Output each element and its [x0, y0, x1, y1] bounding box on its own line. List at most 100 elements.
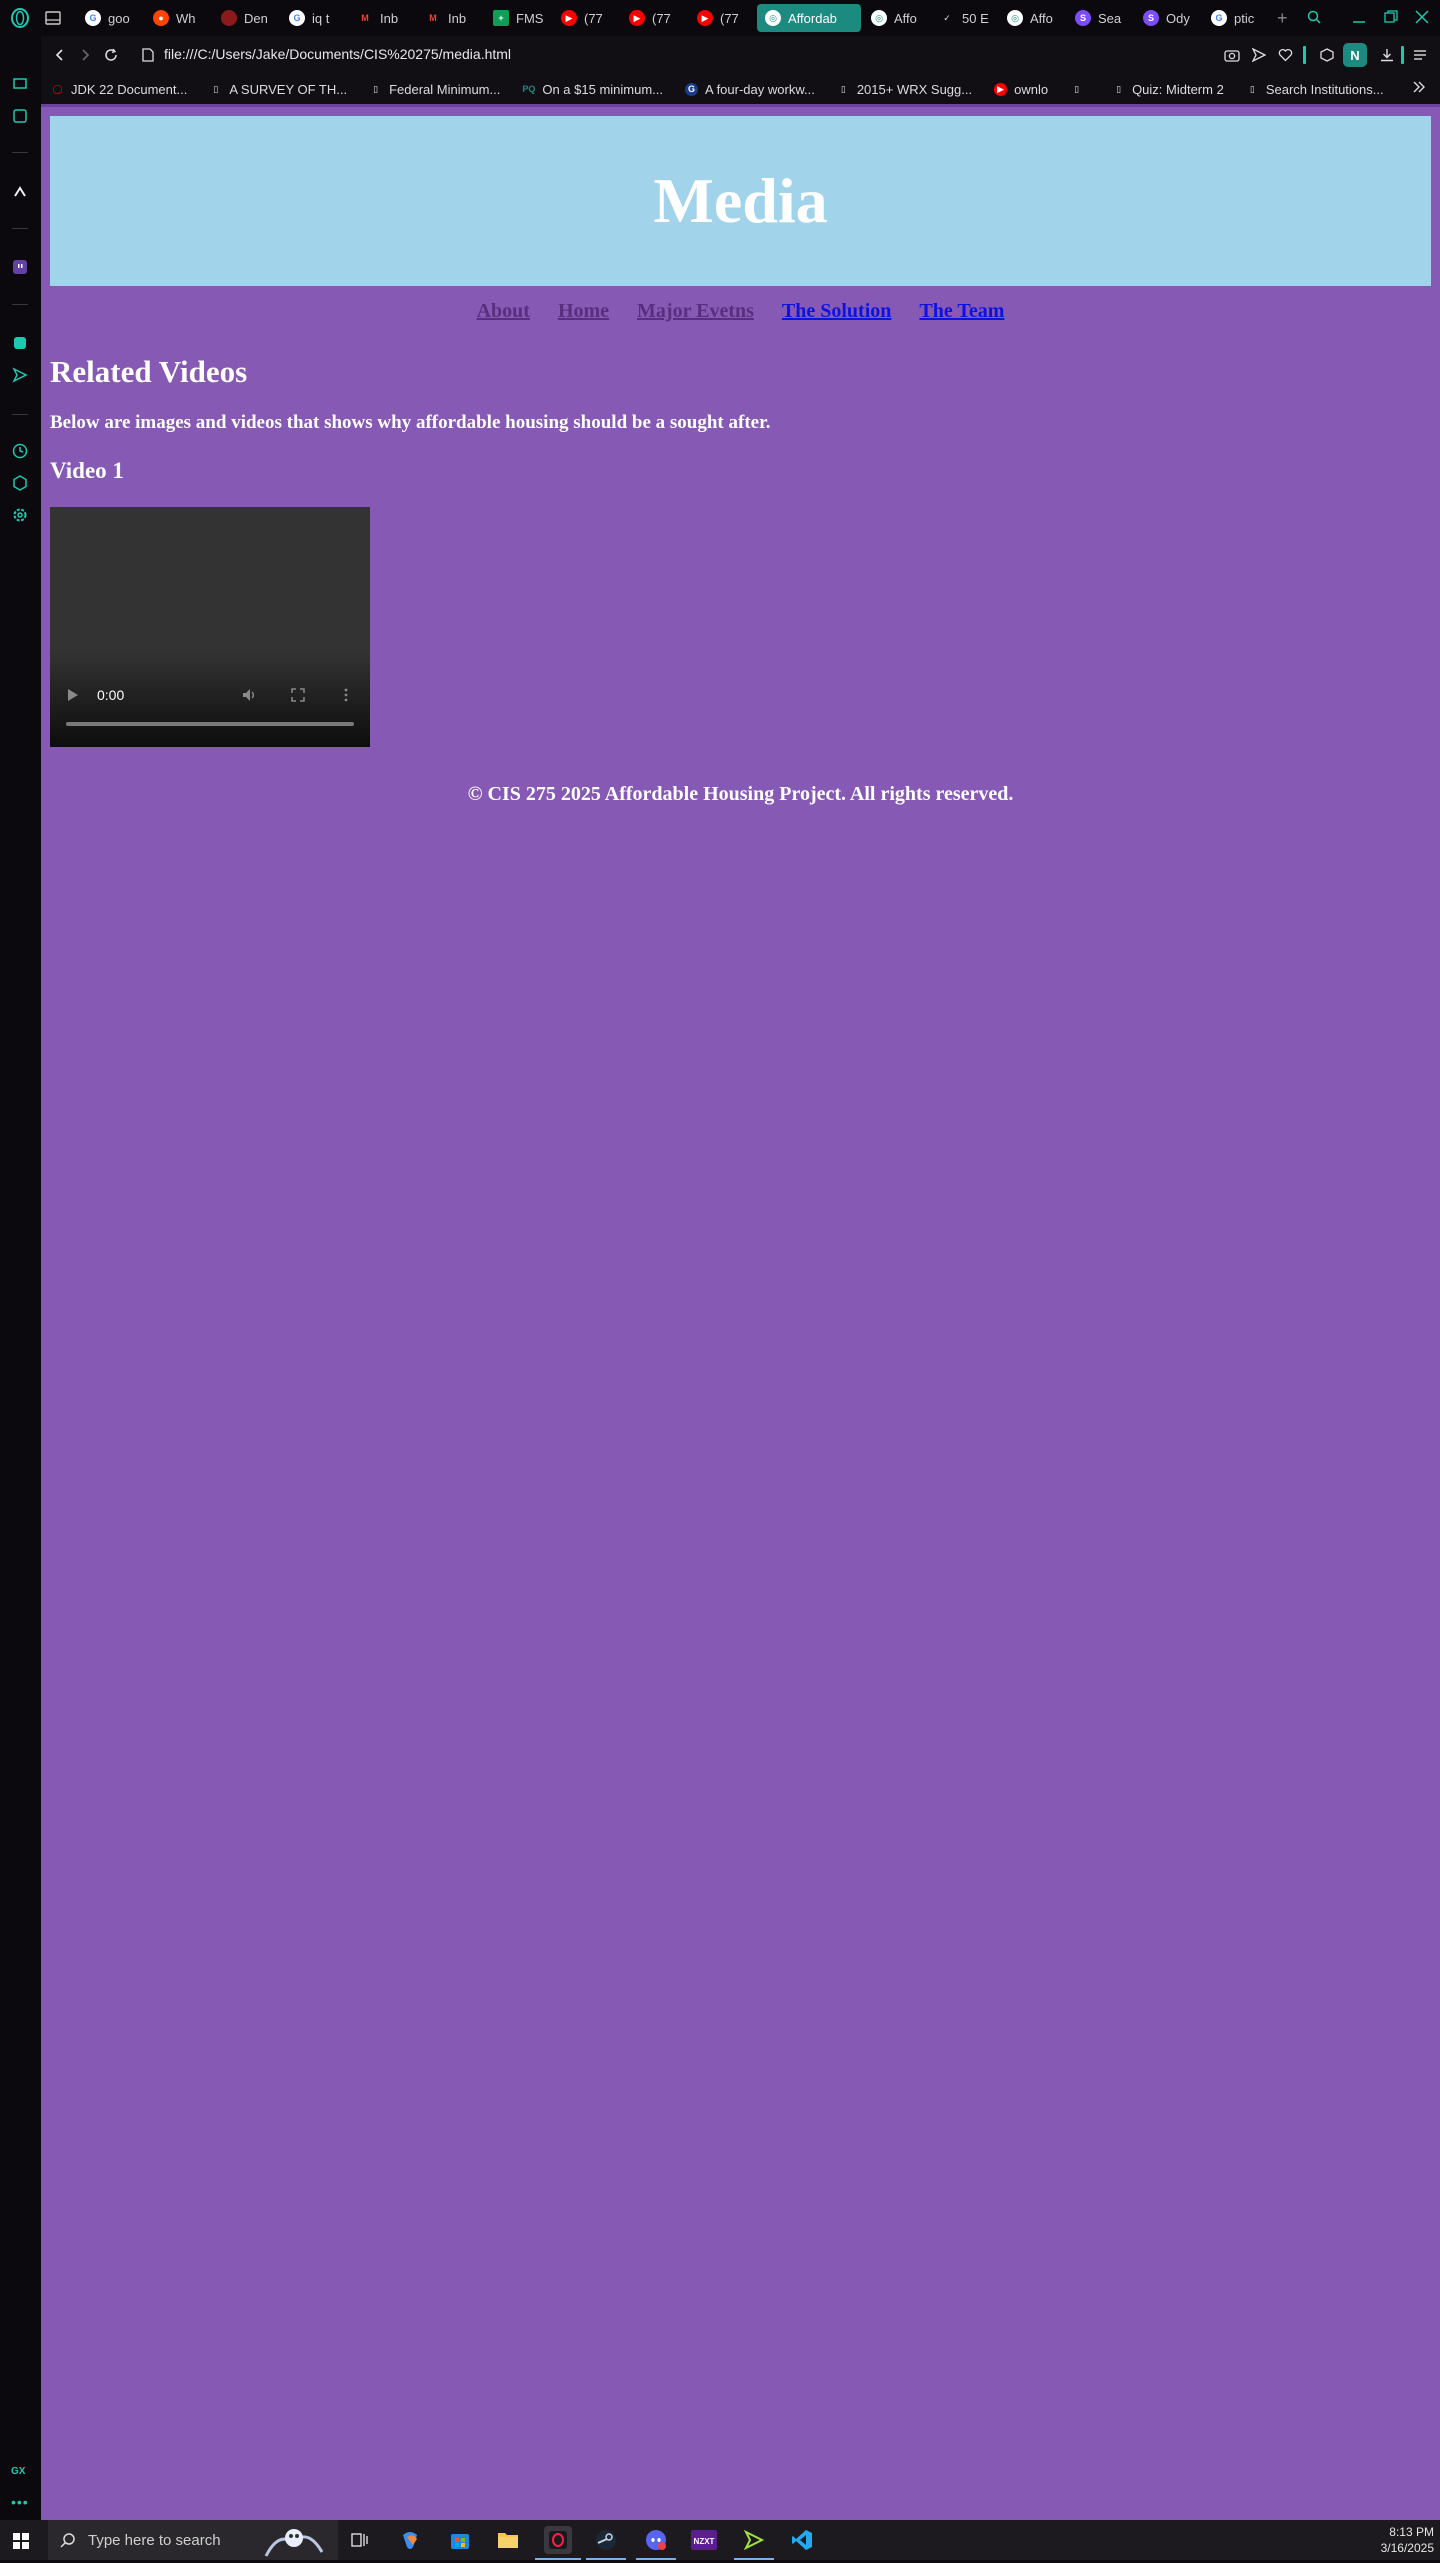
- browser-tab[interactable]: ◎ Affo: [999, 4, 1065, 32]
- tab-label: Sea: [1098, 10, 1122, 26]
- nzxt-cam-icon[interactable]: NZXT: [690, 2526, 718, 2554]
- search-icon: [60, 2533, 75, 2548]
- bookmark-label: 2015+ WRX Sugg...: [856, 81, 973, 97]
- browser-tab[interactable]: Den: [213, 4, 279, 32]
- forward-arrow-icon[interactable]: [75, 45, 95, 65]
- history-clock-icon[interactable]: [10, 441, 30, 461]
- toolbar-accent-bar: [1401, 46, 1404, 64]
- page-banner: Media: [50, 116, 1431, 286]
- browser-tab[interactable]: + FMS: [485, 4, 551, 32]
- bookmark-item[interactable]: G A four-day workw...: [685, 82, 815, 97]
- s-logo-icon: S: [1075, 10, 1091, 26]
- more-dots-icon[interactable]: •••: [11, 2494, 29, 2510]
- nav-link-the-solution[interactable]: The Solution: [782, 300, 891, 322]
- bookmark-item[interactable]: PQ On a $15 minimum...: [522, 82, 663, 97]
- browser-tab[interactable]: ▶ (77: [689, 4, 755, 32]
- taskbar-search-box[interactable]: Type here to search: [48, 2520, 338, 2560]
- video-time: 0:00: [97, 687, 125, 703]
- browser-tab[interactable]: ◎ Affordab: [757, 4, 861, 32]
- nav-link-home[interactable]: Home: [558, 300, 609, 322]
- bookmark-label: JDK 22 Document...: [71, 81, 188, 97]
- more-options-icon[interactable]: [338, 687, 354, 703]
- nav-link-major-evetns[interactable]: Major Evetns: [637, 300, 754, 322]
- messenger-sidebar-icon[interactable]: [10, 106, 30, 126]
- tab-label: (77: [584, 10, 603, 26]
- browser-tab[interactable]: Gptic: [1203, 4, 1269, 32]
- document-icon: ▯: [1116, 83, 1122, 94]
- browser-tab[interactable]: ✓ 50 E: [931, 4, 997, 32]
- browser-tab[interactable]: Ggoo: [77, 4, 143, 32]
- tab-label: FMS: [516, 10, 544, 26]
- address-bar-url[interactable]: file:///C:/Users/Jake/Documents/CIS%2027…: [164, 46, 511, 62]
- browser-tab[interactable]: S Sea: [1067, 4, 1133, 32]
- send-sidebar-icon[interactable]: [10, 365, 30, 385]
- nav-link-the-team[interactable]: The Team: [919, 300, 1004, 322]
- extensions-cube-icon[interactable]: [1317, 45, 1337, 65]
- steam-icon[interactable]: [592, 2526, 620, 2554]
- restore-icon[interactable]: [1380, 6, 1402, 28]
- reload-icon[interactable]: [101, 45, 121, 65]
- profile-avatar[interactable]: N: [1343, 43, 1367, 67]
- site-navigation: About Home Major Evetns The Solution The Tea…: [41, 300, 1440, 323]
- toolbar-accent-bar: [1303, 46, 1306, 64]
- tab-bar: Ggoo ● Wh Den Giq t M Inb M Inb + FMS ▶ (77 ▶ (77 ▶ (77 ◎…: [41, 0, 1440, 36]
- opera-gx-taskbar-icon[interactable]: [544, 2526, 572, 2554]
- bookmark-item[interactable]: ▶ ownlo: [994, 82, 1048, 97]
- play-icon[interactable]: [66, 687, 82, 703]
- new-tab-button[interactable]: +: [1271, 4, 1294, 32]
- arrow-up-sidebar-icon[interactable]: [10, 182, 30, 202]
- vscode-icon[interactable]: [788, 2526, 816, 2554]
- close-window-icon[interactable]: [1411, 6, 1433, 28]
- bookmark-item[interactable]: ▯ Federal Minimum...: [369, 82, 500, 97]
- task-view-icon[interactable]: [346, 2526, 374, 2554]
- cube-extensions-icon[interactable]: [10, 473, 30, 493]
- tab-label: Affordab: [788, 10, 837, 26]
- nav-link-about[interactable]: About: [477, 300, 530, 322]
- file-explorer-icon[interactable]: [494, 2526, 522, 2554]
- twitch-icon[interactable]: [10, 257, 30, 277]
- bookmark-item[interactable]: ▯ A SURVEY OF TH...: [209, 82, 347, 97]
- send-arrow-icon[interactable]: [1249, 45, 1269, 65]
- tab-search-icon[interactable]: [1303, 6, 1325, 28]
- video-player[interactable]: 0:00: [50, 507, 370, 747]
- bookmark-item[interactable]: ◯ JDK 22 Document...: [51, 82, 187, 97]
- easy-setup-menu-icon[interactable]: [1410, 45, 1430, 65]
- browser-tab[interactable]: M Inb: [417, 4, 483, 32]
- download-icon[interactable]: [1377, 45, 1397, 65]
- document-icon: ▯: [1074, 83, 1080, 94]
- sidebar-separator: [12, 304, 28, 305]
- back-arrow-icon[interactable]: [50, 45, 70, 65]
- tab-overview-icon[interactable]: [41, 4, 75, 32]
- bookmark-item[interactable]: ▯ Search Institutions...: [1246, 82, 1384, 97]
- browser-tab[interactable]: ◎ Affo: [863, 4, 929, 32]
- bookmarks-overflow-icon[interactable]: [1412, 80, 1430, 98]
- discord-icon[interactable]: [642, 2526, 670, 2554]
- minimize-icon[interactable]: [1348, 6, 1370, 28]
- twitch-sidebar-icon[interactable]: [10, 74, 30, 94]
- browser-tab[interactable]: M Inb: [349, 4, 415, 32]
- system-clock[interactable]: 8:13 PM 3/16/2025: [1381, 2524, 1434, 2556]
- app-arrow-icon[interactable]: [740, 2526, 768, 2554]
- bookmark-item[interactable]: ▯: [1070, 83, 1090, 96]
- heart-bookmark-icon[interactable]: [1275, 45, 1295, 65]
- fullscreen-icon[interactable]: [290, 687, 306, 703]
- bookmark-item[interactable]: ▯ 2015+ WRX Sugg...: [837, 82, 972, 97]
- snapshot-camera-icon[interactable]: [1222, 45, 1242, 65]
- settings-gear-icon[interactable]: [10, 505, 30, 525]
- browser-tab[interactable]: ▶ (77: [621, 4, 687, 32]
- opera-gx-logo-icon[interactable]: [10, 8, 30, 28]
- wallet-sidebar-icon[interactable]: [10, 333, 30, 353]
- gmail-icon: M: [429, 13, 437, 23]
- video-progress-bar[interactable]: [66, 722, 354, 726]
- browser-tab[interactable]: ▶ (77: [553, 4, 619, 32]
- microsoft-store-icon[interactable]: [446, 2526, 474, 2554]
- windows-start-icon[interactable]: [12, 2532, 30, 2550]
- browser-tab[interactable]: ● Wh: [145, 4, 211, 32]
- bookmark-label: ownlo: [1014, 81, 1049, 97]
- volume-icon[interactable]: [242, 687, 258, 703]
- browser-tab[interactable]: Giq t: [281, 4, 347, 32]
- bookmark-item[interactable]: ▯ Quiz: Midterm 2: [1112, 82, 1224, 97]
- document-icon: ▯: [840, 83, 846, 94]
- copilot-icon[interactable]: [396, 2526, 424, 2554]
- browser-tab[interactable]: S Ody: [1135, 4, 1201, 32]
